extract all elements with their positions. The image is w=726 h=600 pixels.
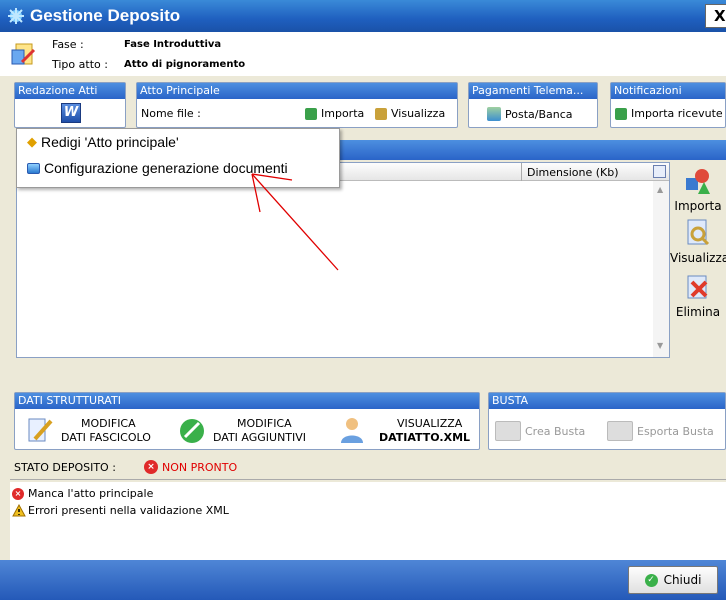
tipo-atto-label: Tipo atto :: [52, 58, 108, 71]
stato-deposito-value: NON PRONTO: [162, 461, 238, 474]
dati-strutturati-group: DATI STRUTTURATI MODIFICA DATI FASCICOLO…: [14, 392, 480, 450]
app-icon: [8, 8, 24, 24]
annotation-arrow: [251, 173, 339, 271]
column-divider: [521, 163, 522, 181]
posta-banca-label: Posta/Banca: [505, 107, 573, 121]
chiudi-button[interactable]: ✓ Chiudi: [628, 566, 718, 594]
importa-side-button[interactable]: Importa: [670, 166, 726, 213]
view-icon: [375, 107, 387, 120]
crea-busta-button[interactable]: Crea Busta: [495, 421, 585, 441]
import-icon: [615, 107, 627, 120]
visualizza-xml-line1: VISUALIZZA: [397, 417, 463, 430]
importa-button[interactable]: Importa: [305, 107, 364, 120]
dati-strutturati-title: DATI STRUTTURATI: [15, 393, 479, 409]
importa-ricevute-button[interactable]: Importa ricevute: [615, 107, 723, 120]
esporta-busta-button[interactable]: Esporta Busta: [607, 421, 714, 441]
atto-principale-group: Atto Principale Nome file : Importa Visu…: [136, 82, 458, 128]
export-envelope-icon: [607, 421, 633, 441]
window-title: Gestione Deposito: [30, 6, 181, 25]
pagamenti-group: Pagamenti Telema... Posta/Banca: [468, 82, 598, 128]
info-panel: Fase : Fase Introduttiva Tipo atto : Att…: [0, 32, 726, 76]
modifica-fascicolo-button[interactable]: MODIFICA DATI FASCICOLO: [21, 413, 171, 447]
visualizza-side-label: Visualizza: [670, 251, 726, 265]
message-item: Errori presenti nella validazione XML: [28, 504, 229, 517]
messages-panel: × Manca l'atto principale Errori present…: [10, 482, 726, 560]
stato-deposito-label: STATO DEPOSITO :: [14, 461, 116, 474]
chiudi-label: Chiudi: [663, 573, 702, 587]
importa-label: Importa: [321, 107, 365, 120]
elimina-side-label: Elimina: [675, 305, 721, 319]
word-icon[interactable]: W: [61, 103, 81, 123]
importa-ricevute-label: Importa ricevute: [631, 107, 723, 120]
visualizza-xml-line2: DATIATTO.XML: [379, 431, 471, 444]
check-icon: ✓: [644, 573, 658, 587]
fase-value: Fase Introduttiva: [124, 39, 222, 50]
visualizza-button[interactable]: Visualizza: [375, 107, 445, 120]
menu-item-redigi-label: Redigi 'Atto principale': [41, 134, 179, 150]
error-icon: ×: [12, 488, 24, 500]
message-item: Manca l'atto principale: [28, 487, 154, 500]
payment-icon: [487, 107, 501, 121]
magnifier-icon: [687, 219, 710, 246]
notificazioni-group: Notificazioni Importa ricevute: [610, 82, 726, 128]
modifica-aggiuntivi-line2: DATI AGGIUNTIVI: [213, 431, 307, 444]
nome-file-label: Nome file :: [141, 107, 201, 120]
visualizza-label: Visualizza: [391, 107, 446, 120]
footer-bar: [0, 560, 726, 600]
import-icon: [305, 107, 317, 120]
warning-icon: [12, 504, 26, 517]
elimina-side-button[interactable]: Elimina: [670, 272, 726, 319]
delete-icon: [687, 275, 708, 299]
scroll-down-icon[interactable]: ▼: [657, 341, 663, 350]
pagamenti-title: Pagamenti Telema...: [469, 83, 597, 99]
atto-principale-title: Atto Principale: [137, 83, 457, 99]
menu-item-redigi[interactable]: ◆ Redigi 'Atto principale': [17, 129, 339, 155]
document-edit-icon: [11, 43, 36, 65]
error-icon: ×: [144, 460, 158, 474]
posta-banca-button[interactable]: Posta/Banca: [487, 107, 573, 121]
modifica-aggiuntivi-line1: MODIFICA: [237, 417, 292, 430]
stato-deposito-bar: STATO DEPOSITO : × NON PRONTO: [10, 456, 726, 480]
column-header-dimensione[interactable]: Dimensione (Kb): [527, 166, 619, 179]
esporta-busta-label: Esporta Busta: [637, 424, 714, 438]
redazione-atti-group: Redazione Atti W: [14, 82, 126, 128]
select-all-checkbox[interactable]: [653, 165, 666, 178]
importa-side-label: Importa: [674, 199, 722, 213]
busta-group: BUSTA Crea Busta Esporta Busta: [488, 392, 726, 450]
list-scrollbar[interactable]: ▲ ▼: [653, 181, 669, 357]
busta-title: BUSTA: [489, 393, 725, 409]
crea-busta-label: Crea Busta: [525, 424, 586, 438]
notificazioni-title: Notificazioni: [611, 83, 725, 99]
modifica-fascicolo-line1: MODIFICA: [81, 417, 136, 430]
edit-file-icon: [28, 418, 53, 442]
visualizza-xml-button[interactable]: VISUALIZZA DATIATTO.XML: [333, 413, 477, 447]
envelope-icon: [495, 421, 521, 441]
close-button[interactable]: X: [705, 4, 726, 28]
config-icon: [27, 162, 40, 174]
star-icon: ◆: [27, 134, 37, 149]
green-edit-icon: [180, 419, 204, 443]
user-icon: [341, 418, 363, 443]
tipo-atto-value: Atto di pignoramento: [124, 59, 246, 70]
scroll-up-icon[interactable]: ▲: [657, 185, 663, 194]
redazione-atti-title: Redazione Atti: [15, 83, 125, 99]
shapes-icon: [686, 169, 710, 194]
fase-label: Fase :: [52, 38, 84, 51]
modifica-fascicolo-line2: DATI FASCICOLO: [61, 431, 151, 444]
visualizza-side-button[interactable]: Visualizza: [670, 218, 726, 265]
modifica-aggiuntivi-button[interactable]: MODIFICA DATI AGGIUNTIVI: [175, 413, 325, 447]
